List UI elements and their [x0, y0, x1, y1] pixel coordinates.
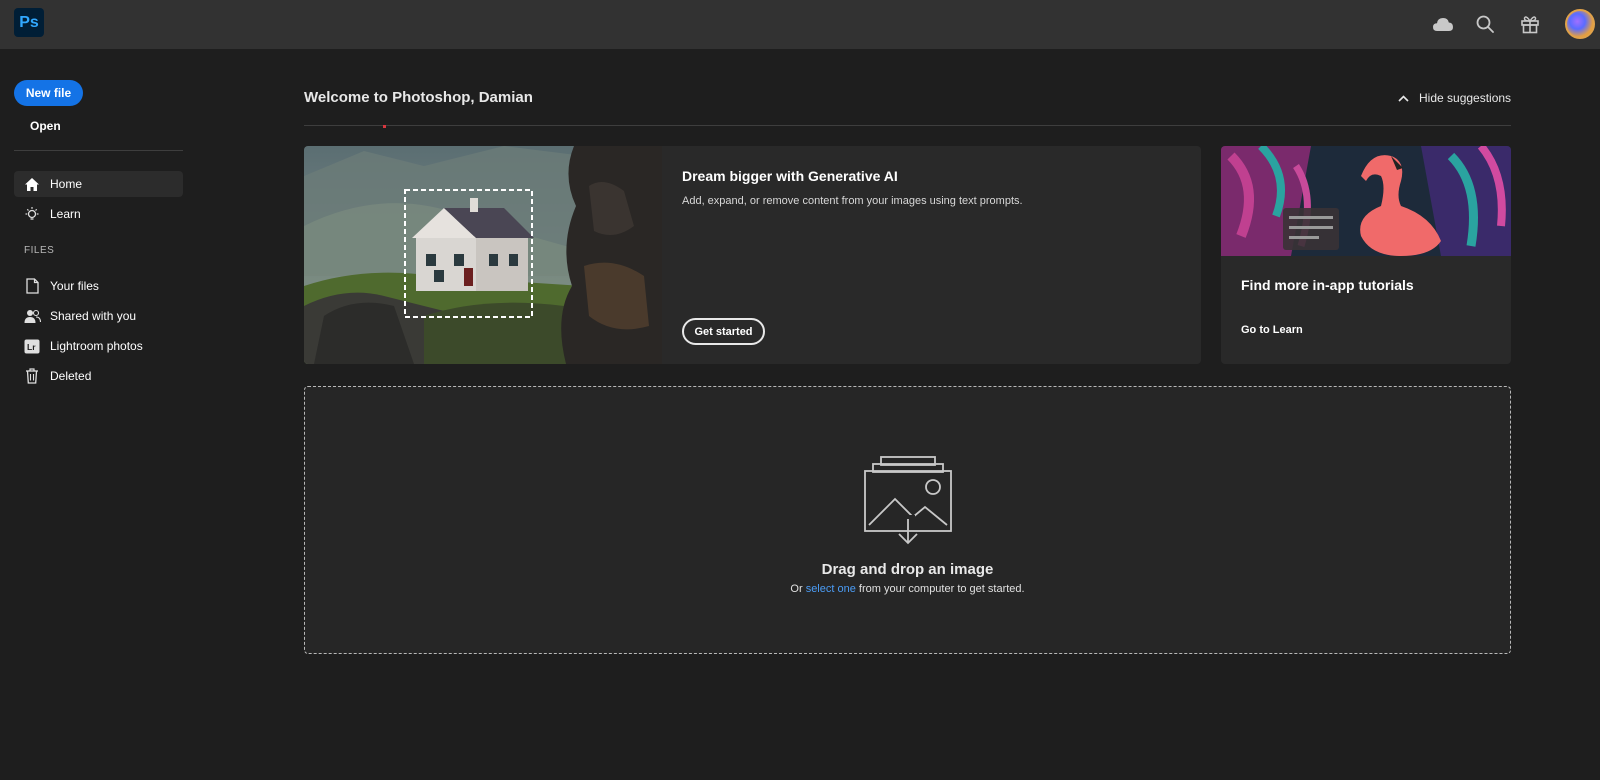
sidebar-item-shared-with-you[interactable]: Shared with you: [14, 303, 183, 329]
files-section-header: FILES: [24, 245, 55, 256]
divider: [304, 125, 1511, 126]
get-started-button[interactable]: Get started: [682, 318, 765, 345]
drop-zone-subtitle: Or select one from your computer to get …: [305, 583, 1510, 595]
sidebar-item-label: Your files: [50, 279, 99, 293]
drop-zone-subtitle-before: Or: [790, 583, 806, 595]
avatar[interactable]: [1565, 9, 1595, 39]
select-one-link[interactable]: select one: [806, 583, 856, 595]
image-upload-icon: [863, 455, 953, 550]
lightbulb-icon: [23, 205, 41, 223]
chevron-up-icon: [1398, 94, 1409, 102]
svg-text:Lr: Lr: [27, 342, 36, 352]
tutorials-card[interactable]: Find more in-app tutorials Go to Learn: [1221, 146, 1511, 364]
drop-zone-title: Drag and drop an image: [821, 561, 994, 578]
generative-ai-title: Dream bigger with Generative AI: [682, 168, 898, 184]
indicator-dot: [383, 125, 386, 128]
top-bar: Ps: [0, 0, 1600, 49]
go-to-learn-link[interactable]: Go to Learn: [1241, 324, 1303, 336]
sidebar-item-label: Shared with you: [50, 309, 137, 323]
divider: [14, 150, 183, 151]
drop-zone[interactable]: Drag and drop an image Or select one fro…: [304, 386, 1511, 654]
users-icon: [23, 307, 41, 325]
sidebar-item-deleted[interactable]: Deleted: [14, 363, 183, 389]
gift-icon[interactable]: [1518, 12, 1542, 36]
sidebar-item-label: Home: [50, 177, 83, 191]
photoshop-logo[interactable]: Ps: [14, 8, 44, 37]
sidebar-item-home[interactable]: Home: [14, 171, 183, 197]
sidebar-item-label: Lightroom photos: [50, 339, 143, 353]
sidebar-item-learn[interactable]: Learn: [14, 201, 183, 227]
lightroom-icon: Lr: [23, 337, 41, 355]
trash-icon: [23, 367, 41, 385]
cloud-icon[interactable]: [1431, 12, 1455, 36]
generative-ai-card: Dream bigger with Generative AI Add, exp…: [304, 146, 1201, 364]
home-icon: [23, 175, 41, 193]
sidebar-item-label: Deleted: [50, 369, 92, 383]
hide-suggestions-button[interactable]: Hide suggestions: [1398, 91, 1511, 105]
open-button[interactable]: Open: [30, 119, 61, 133]
tutorials-title: Find more in-app tutorials: [1241, 277, 1414, 293]
sidebar-item-lightroom-photos[interactable]: Lr Lightroom photos: [14, 333, 183, 359]
flamingo-image: [1221, 146, 1511, 256]
hide-suggestions-label: Hide suggestions: [1419, 91, 1512, 105]
page-title: Welcome to Photoshop, Damian: [304, 89, 533, 106]
sidebar-item-your-files[interactable]: Your files: [14, 273, 183, 299]
drop-zone-subtitle-after: from your computer to get started.: [855, 583, 1025, 595]
sidebar-item-label: Learn: [50, 207, 81, 221]
house-image: [304, 146, 662, 364]
search-icon[interactable]: [1473, 12, 1497, 36]
new-file-button[interactable]: New file: [14, 80, 83, 106]
sidebar: New file Open Home Learn FILES Your file…: [0, 49, 200, 780]
generative-ai-description: Add, expand, or remove content from your…: [682, 195, 1023, 207]
file-icon: [23, 277, 41, 295]
